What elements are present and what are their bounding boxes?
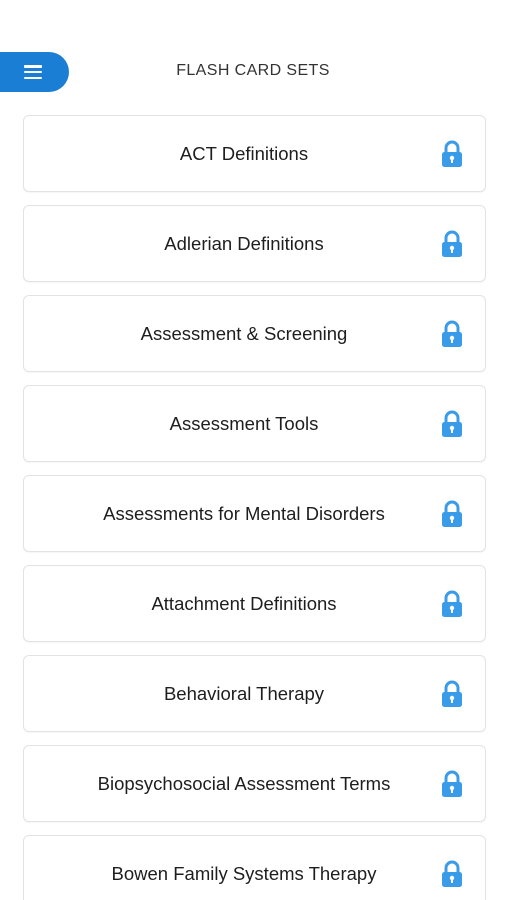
card-set-item[interactable]: Assessments for Mental Disorders [23,475,486,552]
card-set-item[interactable]: Behavioral Therapy [23,655,486,732]
card-set-item[interactable]: Biopsychosocial Assessment Terms [23,745,486,822]
card-set-item[interactable]: Attachment Definitions [23,565,486,642]
card-set-label: ACT Definitions [179,142,309,164]
lock-icon [442,590,462,617]
card-set-item[interactable]: Assessment Tools [23,385,486,462]
card-set-label: Assessments for Mental Disorders [103,502,385,524]
card-set-item[interactable]: Adlerian Definitions [23,205,486,282]
card-set-label: Adlerian Definitions [164,232,324,254]
card-set-label: Assessment Tools [169,412,319,434]
lock-icon [442,860,462,887]
card-set-item[interactable]: Assessment & Screening [23,295,486,372]
card-set-list: ACT Definitions Adlerian Definitions Ass… [23,115,486,900]
page-title: FLASH CARD SETS [176,62,330,79]
lock-icon [442,140,462,167]
lock-icon [442,680,462,707]
card-set-label: Biopsychosocial Assessment Terms [97,772,391,794]
lock-icon [442,770,462,797]
lock-icon [442,320,462,347]
card-set-label: Behavioral Therapy [163,682,325,704]
lock-icon [442,500,462,527]
lock-icon [442,410,462,437]
card-set-label: Attachment Definitions [151,592,337,614]
card-set-item[interactable]: ACT Definitions [23,115,486,192]
card-set-label: Assessment & Screening [140,322,348,344]
lock-icon [442,230,462,257]
card-set-item[interactable]: Bowen Family Systems Therapy [23,835,486,900]
flash-card-sets-screen: FLASH CARD SETS ACT Definitions Adlerian… [0,0,506,900]
card-set-label: Bowen Family Systems Therapy [111,862,377,884]
